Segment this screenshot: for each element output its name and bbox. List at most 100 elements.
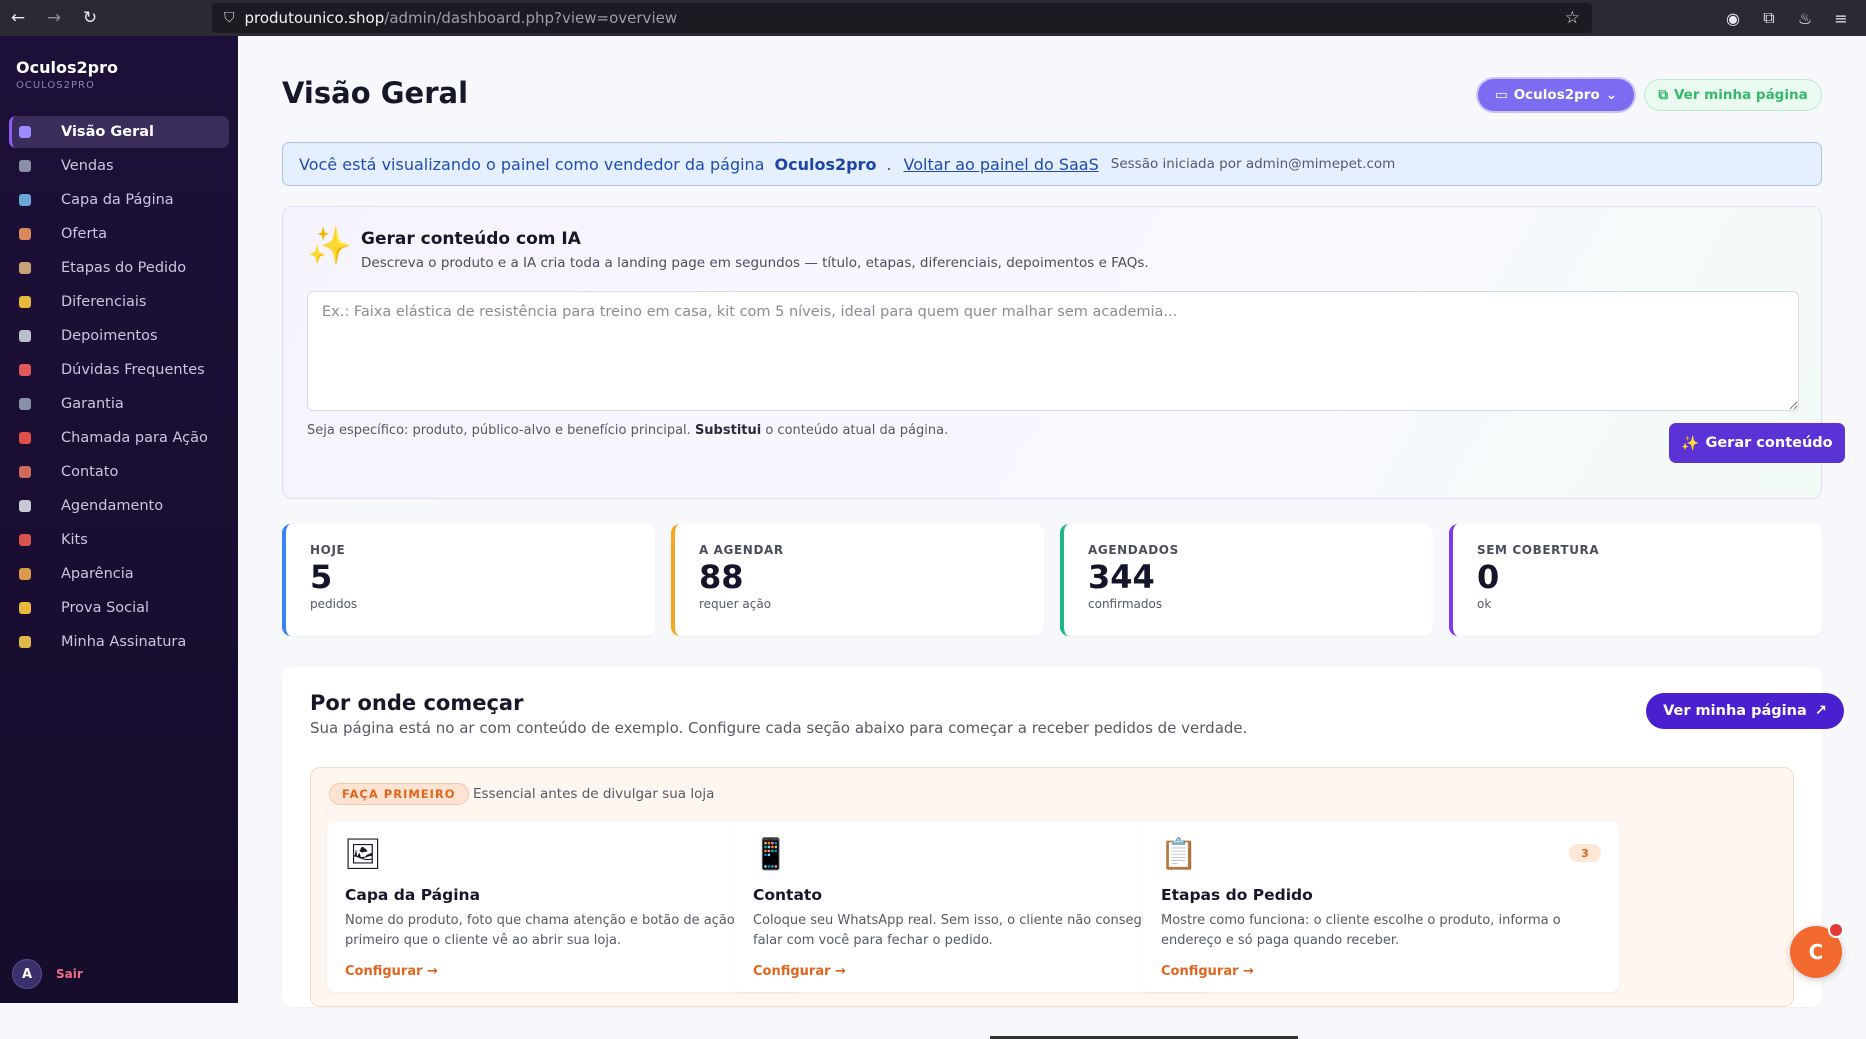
sidebar-item-prova-social[interactable]: Prova Social <box>9 592 229 624</box>
sidebar: Oculos2pro OCULOS2PRO Visão Geral Vendas C… <box>0 36 238 1003</box>
sidebar-item-vendas[interactable]: Vendas <box>9 150 229 182</box>
sidebar-item-label: Etapas do Pedido <box>61 260 187 276</box>
sidebar-item-label: Oferta <box>61 226 107 242</box>
task-card: 🖼1Capa da PáginaNome do produto, foto qu… <box>327 822 803 992</box>
stat-value: 0 <box>1477 558 1500 596</box>
page-title: Visão Geral <box>282 76 469 110</box>
sidebar-item-etapas-do-pedido[interactable]: Etapas do Pedido <box>9 252 229 284</box>
sidebar-item-duvidas-frequentes[interactable]: Dúvidas Frequentes <box>9 354 229 386</box>
view-page-button[interactable]: Ver minha página ↗ <box>1646 693 1844 729</box>
sidebar-footer: A Sair <box>12 959 83 989</box>
url-path: /admin/dashboard.php?view=overview <box>384 9 678 27</box>
palette-icon <box>19 566 43 582</box>
trend-icon <box>19 158 43 174</box>
sidebar-item-label: Contato <box>61 464 119 480</box>
target-icon <box>19 430 43 446</box>
card-icon <box>19 634 43 650</box>
bookmark-star-icon[interactable]: ☆ <box>1565 8 1580 28</box>
forward-icon[interactable]: → <box>36 0 72 36</box>
sidebar-item-label: Minha Assinatura <box>61 634 187 650</box>
ai-hint-end: o conteúdo atual da página. <box>765 423 949 438</box>
logout-link[interactable]: Sair <box>56 967 83 981</box>
generate-content-button[interactable]: ✨ Gerar conteúdo <box>1669 423 1845 463</box>
sidebar-item-capa-da-pagina[interactable]: Capa da Página <box>9 184 229 216</box>
url-host: produtounico.shop <box>244 9 385 27</box>
site-select-button[interactable]: ▭ Oculos2pro ⌄ <box>1478 79 1634 111</box>
stat-label: SEM COBERTURA <box>1477 543 1600 557</box>
sidebar-menu: Visão Geral Vendas Capa da Página Oferta Eta… <box>0 116 238 658</box>
sidebar-item-depoimentos[interactable]: Depoimentos <box>9 320 229 352</box>
sidebar-item-chamada-para-acao[interactable]: Chamada para Ação <box>9 422 229 454</box>
stat-value: 344 <box>1088 558 1155 596</box>
external-link-icon: ⧉ <box>1658 87 1668 103</box>
task-title: Contato <box>753 886 822 904</box>
site-security-icon[interactable]: ⛉ <box>224 10 235 26</box>
sidebar-item-kits[interactable]: Kits <box>9 524 229 556</box>
generate-content-label: Gerar conteúdo <box>1705 435 1833 451</box>
back-icon[interactable]: ← <box>0 0 36 36</box>
mobile-icon: 📱 <box>752 836 790 872</box>
sidebar-item-label: Dúvidas Frequentes <box>61 362 205 378</box>
sidebar-item-label: Prova Social <box>61 600 150 616</box>
task-description: Coloque seu WhatsApp real. Sem isso, o c… <box>753 913 1158 948</box>
stat-subtext: pedidos <box>310 597 358 611</box>
sidebar-item-label: Chamada para Ação <box>61 430 208 446</box>
getting-started-subtitle: Sua página está no ar com conteúdo de ex… <box>310 719 1248 737</box>
product-description-input[interactable] <box>307 291 1799 411</box>
stats-row: HOJE 5 pedidos A AGENDAR 88 requer ação AGENDA… <box>282 524 1822 636</box>
question-icon <box>19 362 43 378</box>
stat-card: HOJE 5 pedidos <box>282 524 655 636</box>
view-page-top-button[interactable]: ⧉ Ver minha página <box>1644 79 1822 111</box>
avatar[interactable]: A <box>12 959 42 989</box>
banner-store: Oculos2pro <box>774 154 877 174</box>
clipboard-icon <box>19 260 43 276</box>
stat-card: AGENDADOS 344 confirmados <box>1060 524 1433 636</box>
sidebar-item-label: Depoimentos <box>61 328 158 344</box>
tag-icon <box>19 226 43 242</box>
account-icon[interactable]: ◉ <box>1722 9 1744 28</box>
notification-dot <box>1828 922 1844 938</box>
configure-link[interactable]: Configurar → <box>1161 964 1254 979</box>
sidebar-item-diferenciais[interactable]: Diferenciais <box>9 286 229 318</box>
sidebar-item-garantia[interactable]: Garantia <box>9 388 229 420</box>
sparkle-icon: ✨ <box>1681 435 1700 452</box>
task-number: 3 <box>1569 844 1601 862</box>
sidebar-item-contato[interactable]: Contato <box>9 456 229 488</box>
task-card: 📱2ContatoColoque seu WhatsApp real. Sem … <box>735 822 1211 992</box>
sidebar-item-agendamento[interactable]: Agendamento <box>9 490 229 522</box>
banner-dot: . <box>886 154 892 174</box>
speech-icon <box>19 328 43 344</box>
bell-icon <box>19 600 43 616</box>
main-content: Visão Geral ▭ Oculos2pro ⌄ ⧉ Ver minha p… <box>238 36 1866 1039</box>
sidebar-item-aparencia[interactable]: Aparência <box>9 558 229 590</box>
address-bar[interactable]: ⛉ produtounico.shop/admin/dashboard.php?… <box>212 3 1592 33</box>
configure-link[interactable]: Configurar → <box>345 964 438 979</box>
do-first-section: FAÇA PRIMEIRO Essencial antes de divulga… <box>310 767 1794 1007</box>
stat-subtext: ok <box>1477 597 1492 611</box>
sidebar-item-label: Capa da Página <box>61 192 174 208</box>
menu-icon[interactable]: ≡ <box>1830 9 1852 28</box>
sidebar-item-oferta[interactable]: Oferta <box>9 218 229 250</box>
task-card: 📋 3 Etapas do Pedido Mostre como funciona: … <box>1143 822 1619 992</box>
view-page-label: Ver minha página <box>1663 703 1807 719</box>
sidebar-item-label: Agendamento <box>61 498 164 514</box>
session-info: Sessão iniciada por admin@mimepet.com <box>1110 156 1396 172</box>
brand-subtitle: OCULOS2PRO <box>16 80 95 91</box>
stat-subtext: requer ação <box>699 597 772 611</box>
extensions-icon[interactable]: ⧉ <box>1758 8 1780 28</box>
clipboard-icon: 📋 <box>1160 836 1198 872</box>
sidebar-item-visao-geral[interactable]: Visão Geral <box>9 116 229 148</box>
task-description: Nome do produto, foto que chama atenção … <box>345 913 764 948</box>
brand-name: Oculos2pro <box>16 58 118 77</box>
stat-value: 88 <box>699 558 744 596</box>
sidebar-item-minha-assinatura[interactable]: Minha Assinatura <box>9 626 229 658</box>
firefox-icon[interactable]: ♨ <box>1794 9 1816 28</box>
phone-icon <box>19 464 43 480</box>
sidebar-item-label: Aparência <box>61 566 134 582</box>
task-title: Capa da Página <box>345 886 481 904</box>
arrow-up-right-icon: ↗ <box>1814 703 1827 719</box>
impersonation-banner: Você está visualizando o painel como ven… <box>282 142 1822 186</box>
configure-link[interactable]: Configurar → <box>753 964 846 979</box>
reload-icon[interactable]: ↻ <box>72 0 108 36</box>
back-to-saas-link[interactable]: Voltar ao painel do SaaS <box>904 155 1099 174</box>
